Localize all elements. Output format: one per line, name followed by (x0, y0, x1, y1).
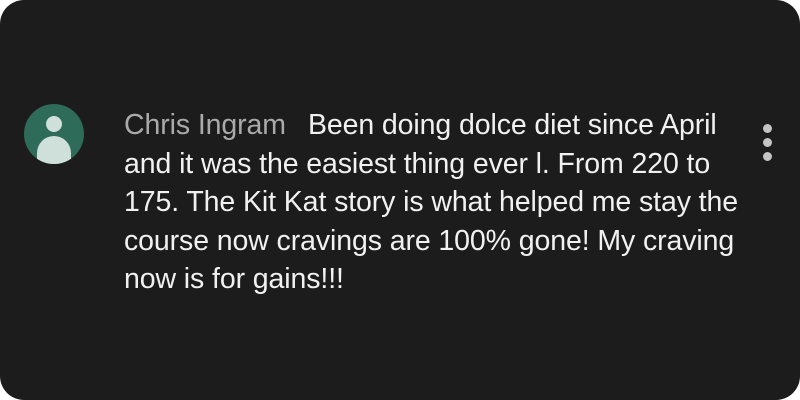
comment-body: Chris Ingram Been doing dolce diet since … (124, 106, 744, 299)
avatar-body-shape (37, 136, 71, 164)
avatar[interactable] (24, 104, 84, 164)
comment-card: Chris Ingram Been doing dolce diet since … (0, 0, 800, 400)
more-options-button[interactable] (754, 120, 780, 170)
avatar-head-shape (46, 116, 62, 132)
comment-author[interactable]: Chris Ingram (124, 109, 286, 141)
